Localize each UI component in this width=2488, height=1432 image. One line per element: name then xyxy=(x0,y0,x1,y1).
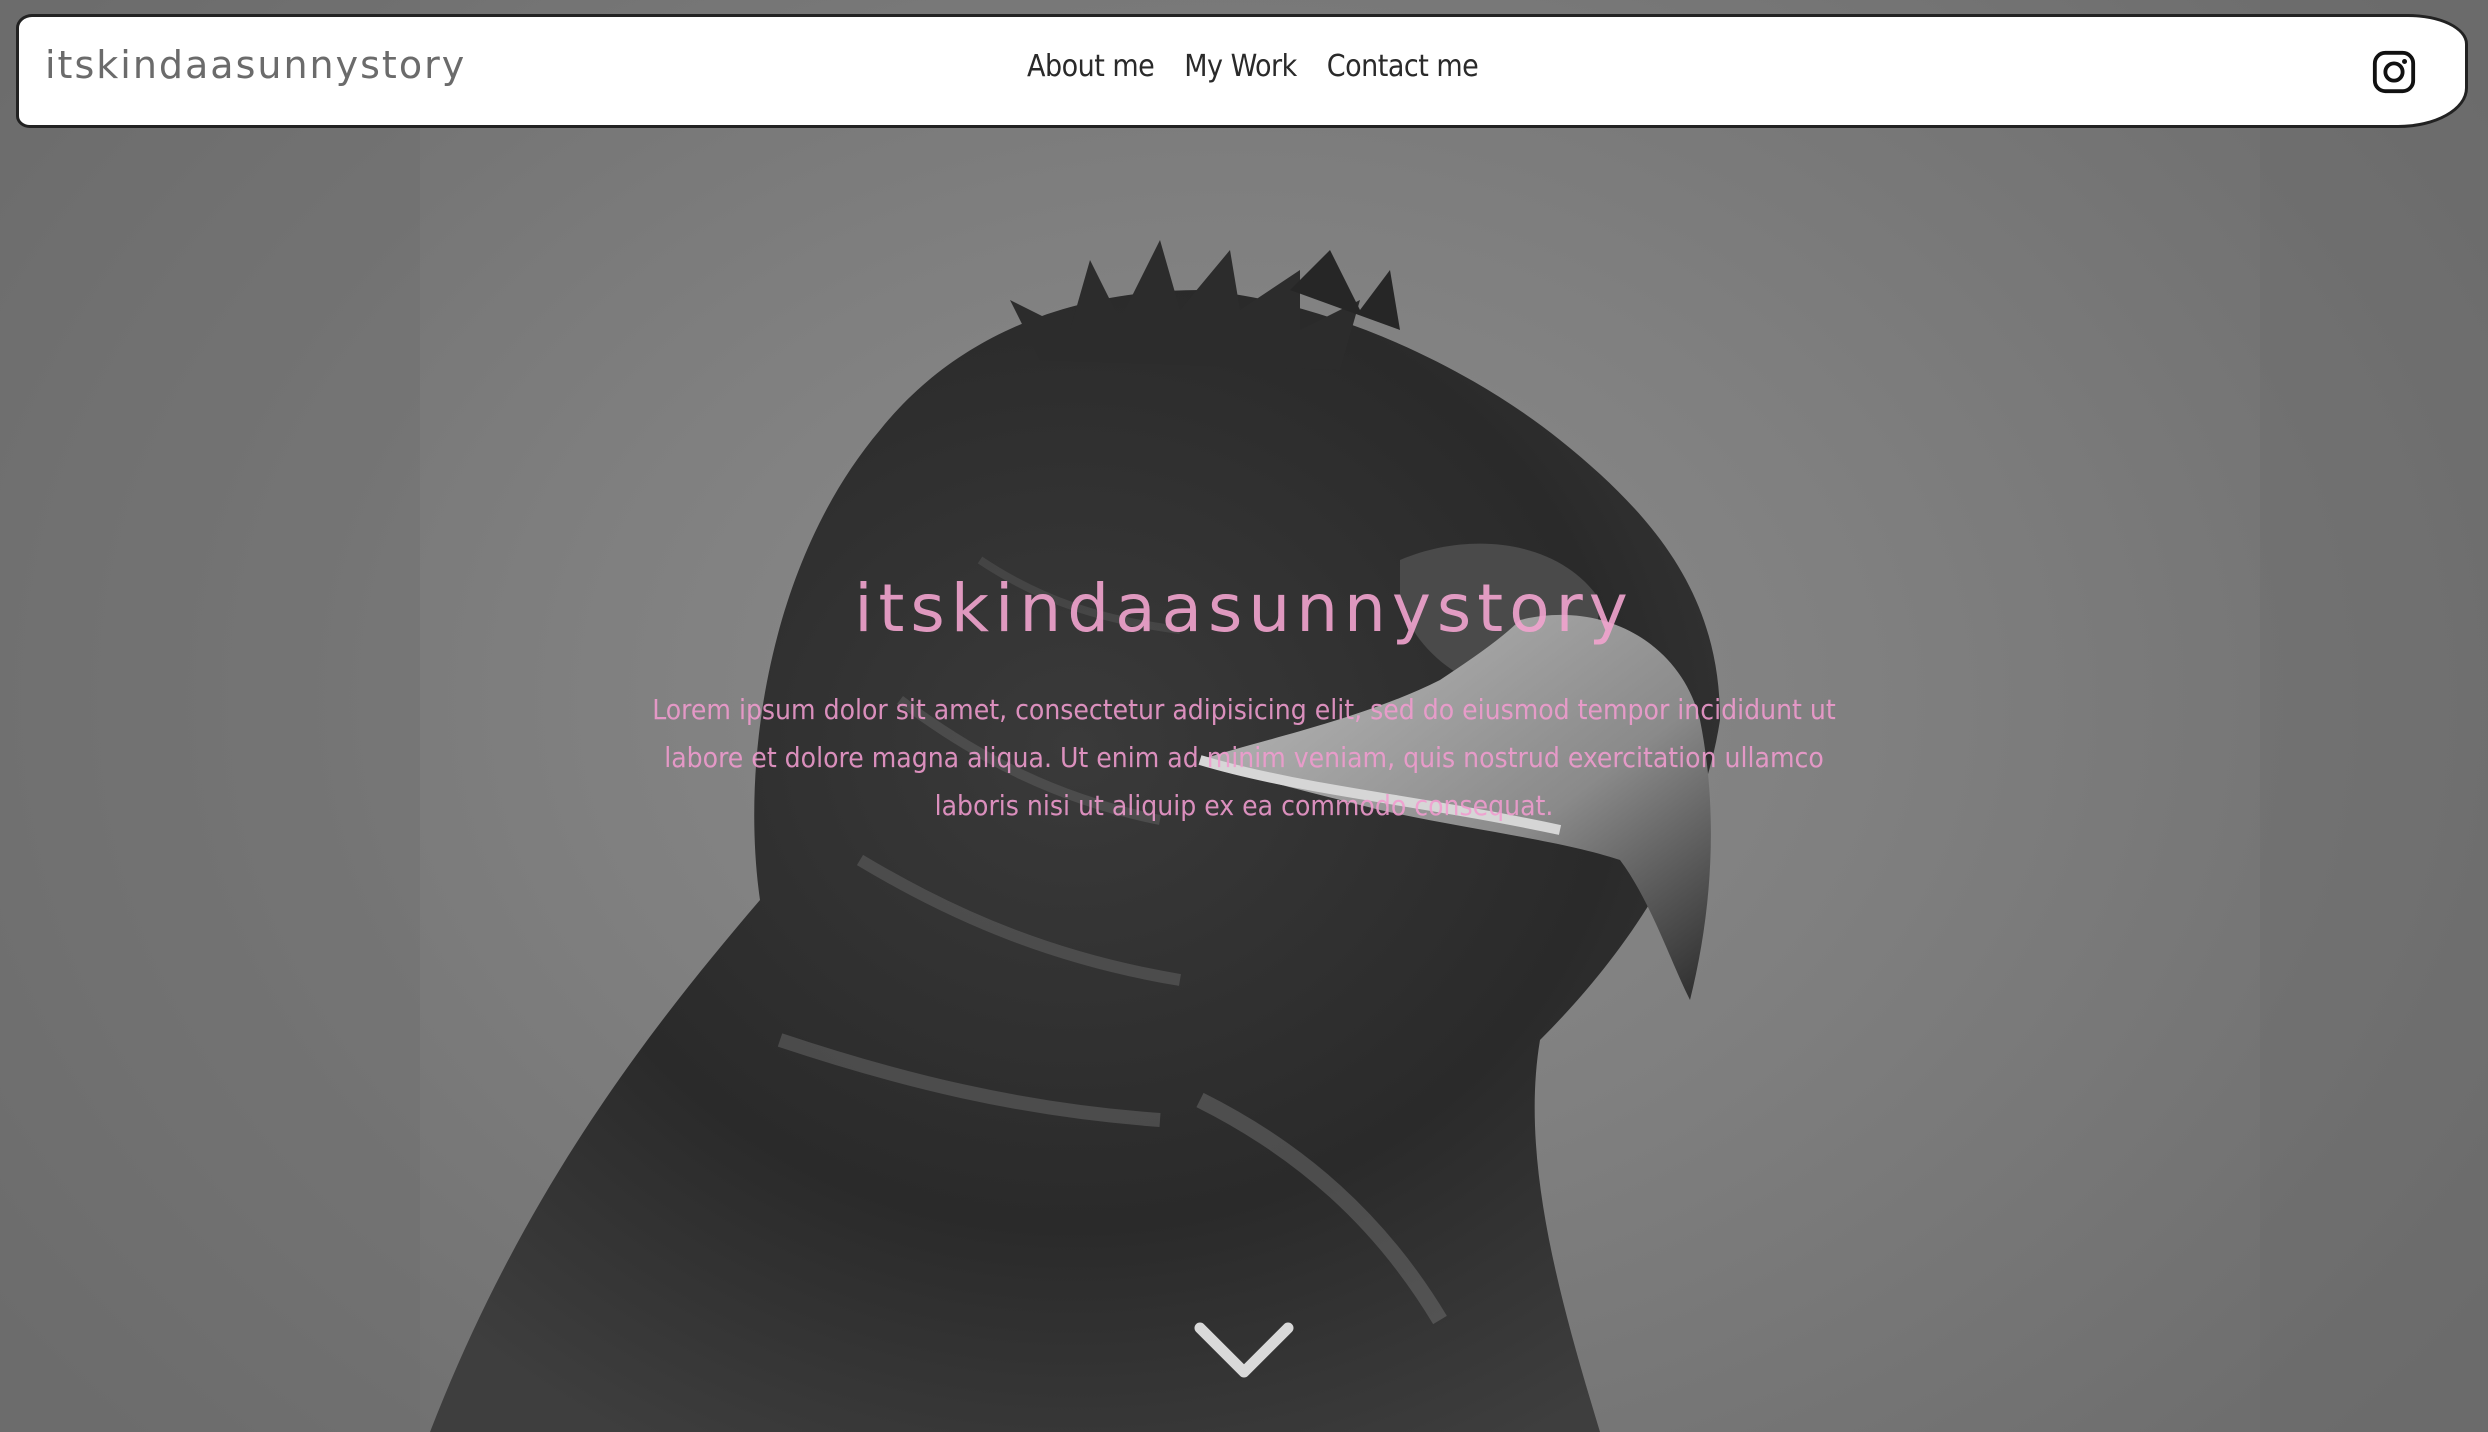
hero-description: Lorem ipsum dolor sit amet, consectetur … xyxy=(652,693,1836,822)
nav-link-contact-me[interactable]: Contact me xyxy=(1327,49,1479,84)
nav-link-about-me[interactable]: About me xyxy=(1027,49,1155,84)
page: itskindaasunnystory About me My Work Con… xyxy=(0,0,2488,1432)
nav-links: About me My Work Contact me xyxy=(1027,49,1479,84)
chevron-down-icon[interactable] xyxy=(1192,1320,1296,1382)
brand-logo-text[interactable]: itskindaasunnystory xyxy=(45,43,466,87)
top-navbar: itskindaasunnystory About me My Work Con… xyxy=(16,14,2468,128)
nav-link-my-work[interactable]: My Work xyxy=(1184,49,1297,84)
instagram-icon[interactable] xyxy=(2371,49,2417,95)
hero-title: itskindaasunnystory xyxy=(854,570,1634,647)
